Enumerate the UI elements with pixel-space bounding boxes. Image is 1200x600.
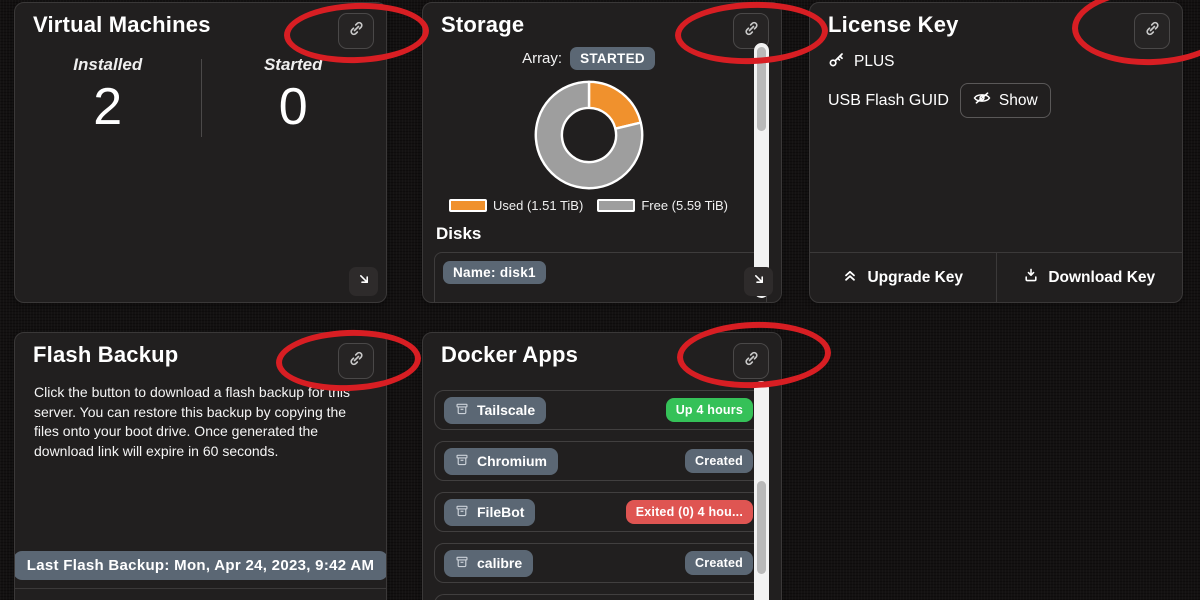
eye-slash-icon [973, 89, 991, 112]
license-tier-label: PLUS [854, 53, 895, 71]
docker-app-row-tailscale: Tailscale Up 4 hours [434, 390, 763, 430]
storage-donut-chart [423, 75, 754, 195]
show-guid-label: Show [999, 92, 1038, 110]
storage-scrollbar[interactable] [754, 43, 769, 298]
vm-installed-column: Installed 2 [15, 55, 201, 133]
license-link-button[interactable] [1134, 13, 1170, 49]
link-icon [347, 19, 366, 43]
docker-app-row-chromium: Chromium Created [434, 441, 763, 481]
usb-guid-label: USB Flash GUID [828, 92, 949, 110]
vm-installed-value: 2 [15, 81, 201, 133]
used-swatch [449, 199, 487, 212]
docker-card-title: Docker Apps [441, 342, 578, 368]
download-key-label: Download Key [1048, 269, 1155, 287]
array-status-badge: STARTED [570, 47, 655, 70]
docker-app-row-partial [434, 594, 763, 600]
docker-app-status-badge: Exited (0) 4 hou... [626, 500, 753, 524]
vm-column-divider [201, 59, 203, 137]
free-swatch [597, 199, 635, 212]
storage-card: Storage Array: STARTED Used (1.51 TiB) F… [422, 2, 782, 303]
used-legend-label: Used (1.51 TiB) [493, 198, 583, 213]
docker-app-name: Tailscale [477, 402, 535, 418]
docker-app-badge[interactable]: Chromium [444, 448, 558, 475]
show-guid-button[interactable]: Show [960, 83, 1051, 118]
download-key-button[interactable]: Download Key [996, 253, 1183, 302]
vm-installed-label: Installed [15, 55, 201, 75]
archive-box-icon [455, 504, 469, 521]
docker-app-status-badge: Up 4 hours [666, 398, 753, 422]
docker-link-button[interactable] [733, 343, 769, 379]
disk-name-badge[interactable]: Name: disk1 [443, 261, 546, 284]
docker-scrollbar-thumb[interactable] [757, 481, 766, 574]
docker-apps-card: Docker Apps Tailscale Up 4 hours Chromiu… [422, 332, 782, 600]
link-icon [347, 349, 366, 373]
flash-card-title: Flash Backup [33, 342, 178, 368]
expand-arrow-icon [356, 271, 372, 292]
storage-card-title: Storage [441, 12, 524, 38]
archive-box-icon [455, 402, 469, 419]
expand-arrow-icon [751, 271, 767, 292]
license-card-title: License Key [828, 12, 959, 38]
storage-expand-button[interactable] [744, 267, 773, 296]
flash-footer-divider [15, 588, 386, 589]
array-label: Array: [522, 50, 562, 67]
flash-link-button[interactable] [338, 343, 374, 379]
virtual-machines-card: Virtual Machines Installed 2 Started 0 [14, 2, 387, 303]
link-icon [742, 19, 761, 43]
docker-app-name: Chromium [477, 453, 547, 469]
vm-started-column: Started 0 [201, 55, 387, 133]
link-icon [742, 349, 761, 373]
docker-app-status-badge: Created [685, 551, 753, 575]
docker-app-name: FileBot [477, 504, 524, 520]
archive-box-icon [455, 453, 469, 470]
key-icon [828, 51, 845, 73]
angles-up-icon [842, 267, 858, 288]
storage-donut [529, 75, 649, 195]
disk-panel: Name: disk1 [434, 252, 767, 303]
vm-started-value: 0 [201, 81, 387, 133]
download-icon [1023, 267, 1039, 288]
legend-item-free: Free (5.59 TiB) [597, 198, 728, 213]
docker-app-badge[interactable]: FileBot [444, 499, 535, 526]
docker-app-row-filebot: FileBot Exited (0) 4 hou... [434, 492, 763, 532]
docker-app-status-badge: Created [685, 449, 753, 473]
docker-app-badge[interactable]: Tailscale [444, 397, 546, 424]
docker-app-name: calibre [477, 555, 522, 571]
vm-card-title: Virtual Machines [33, 12, 211, 38]
archive-box-icon [455, 555, 469, 572]
docker-app-row-calibre: calibre Created [434, 543, 763, 583]
legend-item-used: Used (1.51 TiB) [449, 198, 583, 213]
link-icon [1143, 19, 1162, 43]
upgrade-key-label: Upgrade Key [867, 269, 963, 287]
storage-chart-legend: Used (1.51 TiB) Free (5.59 TiB) [423, 198, 754, 213]
storage-scrollbar-thumb[interactable] [757, 47, 766, 131]
vm-expand-button[interactable] [349, 267, 378, 296]
license-footer: Upgrade Key Download Key [810, 252, 1182, 302]
vm-started-label: Started [201, 55, 387, 75]
disks-heading: Disks [436, 224, 481, 244]
vm-link-button[interactable] [338, 13, 374, 49]
last-flash-backup-badge: Last Flash Backup: Mon, Apr 24, 2023, 9:… [14, 551, 387, 580]
docker-scrollbar[interactable] [754, 381, 769, 600]
upgrade-key-button[interactable]: Upgrade Key [810, 253, 996, 302]
flash-backup-card: Flash Backup Click the button to downloa… [14, 332, 387, 600]
license-key-card: License Key PLUS USB Flash GUID Show Upg… [809, 2, 1183, 303]
docker-app-list: Tailscale Up 4 hours Chromium Created Fi… [434, 390, 763, 600]
docker-app-badge[interactable]: calibre [444, 550, 533, 577]
flash-backup-description: Click the button to download a flash bac… [34, 383, 370, 461]
free-legend-label: Free (5.59 TiB) [641, 198, 728, 213]
license-tier-row: PLUS [828, 51, 895, 73]
